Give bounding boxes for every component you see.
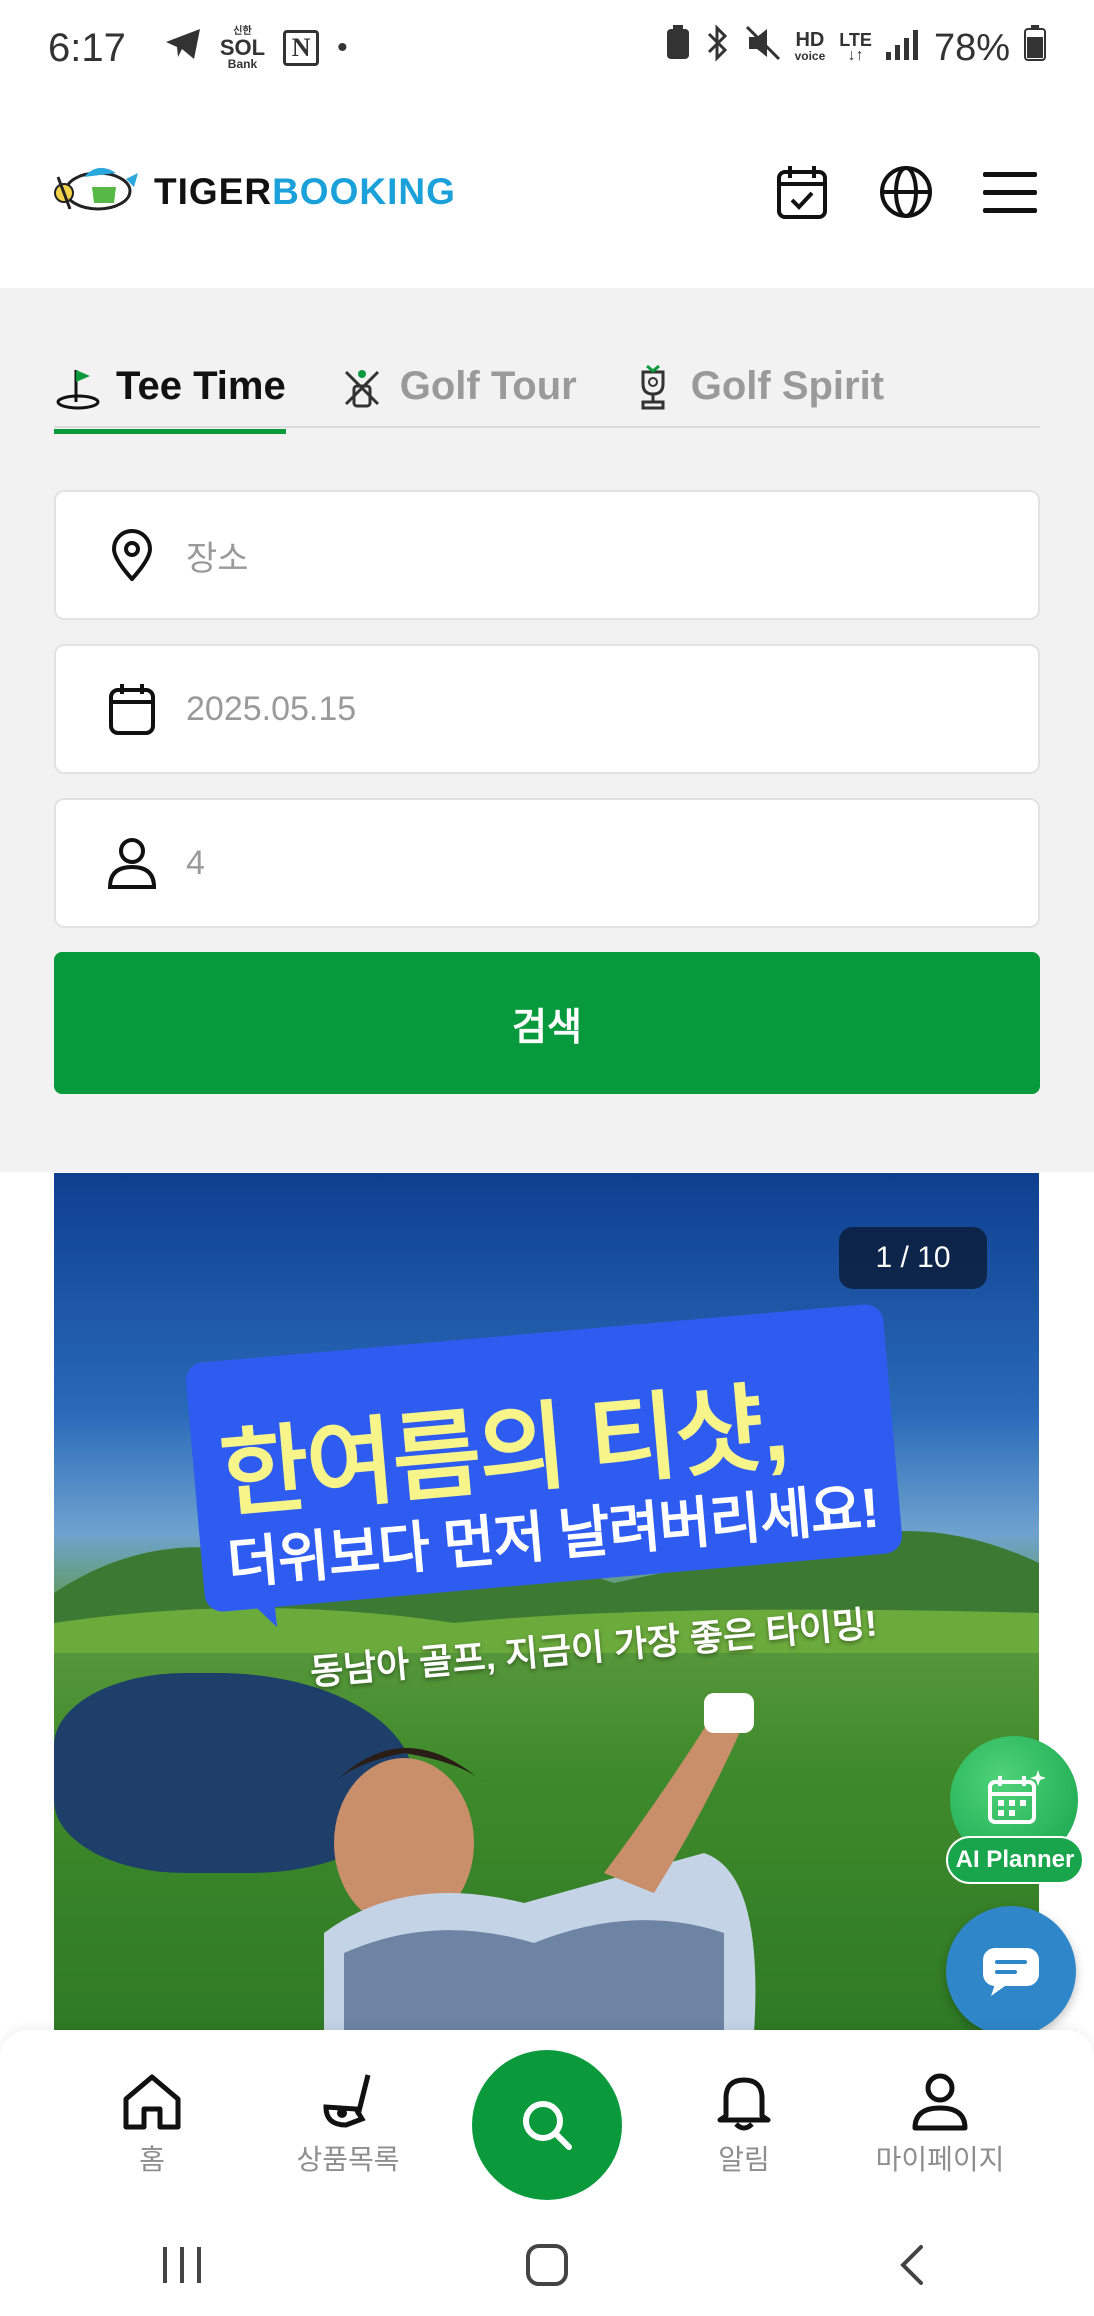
nav-mypage-label: 마이페이지 <box>875 2144 1005 2175</box>
tab-label-tee-time: Tee Time <box>116 364 286 408</box>
hd-voice-icon: HD voice <box>794 29 826 64</box>
notion-icon: N <box>283 30 320 66</box>
lte-label: LTE <box>839 30 872 50</box>
golf-club-icon <box>316 2070 380 2134</box>
map-pin-icon <box>104 527 160 583</box>
golf-bag-icon <box>338 364 386 412</box>
tigerbooking-logo[interactable]: TIGERBOOKING <box>54 157 456 227</box>
magnifier-icon <box>523 2101 572 2150</box>
battery-saver-icon <box>665 25 691 71</box>
people-value: 4 <box>186 843 205 882</box>
hd-label: HD <box>795 29 825 51</box>
logo-text-booking: BOOKING <box>272 171 456 212</box>
trophy-icon <box>629 364 677 412</box>
location-field[interactable]: 장소 <box>54 490 1040 620</box>
status-bar: 6:17 신한 SOL Bank N • HD voice LTE ↓↑ 78% <box>0 0 1094 96</box>
tab-label-golf-tour: Golf Tour <box>399 364 577 408</box>
signal-icon <box>885 27 920 70</box>
bluetooth-icon <box>705 24 731 72</box>
ai-calendar-icon <box>988 1770 1046 1824</box>
calendar-icon <box>104 681 160 737</box>
nav-products[interactable]: 상품목록 <box>258 2070 438 2178</box>
person-icon <box>104 835 160 891</box>
app-header: TIGERBOOKING <box>0 96 1094 288</box>
banner-page-counter: 1 / 10 <box>839 1227 987 1289</box>
telegram-icon <box>164 27 202 70</box>
search-panel: Tee Time Golf Tour Golf Spirit 장소 2025.0… <box>0 288 1094 1172</box>
date-value: 2025.05.15 <box>186 689 357 728</box>
nav-home-label: 홈 <box>139 2144 165 2175</box>
voice-label: voice <box>794 49 826 63</box>
notion-letter: N <box>291 33 311 62</box>
chat-button[interactable] <box>946 1906 1076 2036</box>
bell-icon <box>712 2070 776 2134</box>
nav-alerts[interactable]: 알림 <box>654 2070 834 2178</box>
back-icon[interactable] <box>872 2235 952 2295</box>
promo-banner[interactable]: 1 / 10 한여름의 티샷, 더위보다 먼저 날려버리세요! 동남아 골프, … <box>54 1173 1039 2033</box>
recent-apps-icon[interactable] <box>142 2235 222 2295</box>
tab-golf-tour[interactable]: Golf Tour <box>338 364 577 430</box>
hamburger-menu-icon[interactable] <box>980 162 1040 222</box>
user-icon <box>908 2070 972 2134</box>
bank-app-icon: 신한 SOL Bank <box>219 26 266 71</box>
nav-products-label: 상품목록 <box>296 2144 400 2175</box>
logo-plane-icon <box>54 157 140 227</box>
booking-tabs: Tee Time Golf Tour Golf Spirit <box>54 364 1040 434</box>
mute-icon <box>745 25 781 71</box>
golf-flag-icon <box>54 364 102 412</box>
home-system-icon[interactable] <box>507 2235 587 2295</box>
home-icon <box>120 2070 184 2134</box>
bottom-navigation: 홈 상품목록 알림 마이페이지 <box>0 2030 1094 2214</box>
date-field[interactable]: 2025.05.15 <box>54 644 1040 774</box>
notification-dot: • <box>337 31 348 64</box>
location-placeholder: 장소 <box>186 539 249 578</box>
nav-search-button[interactable] <box>472 2050 622 2200</box>
people-field[interactable]: 4 <box>54 798 1040 928</box>
chat-bubble-icon <box>983 1948 1039 1996</box>
calendar-check-icon[interactable] <box>772 162 832 222</box>
ai-planner-label: AI Planner <box>946 1836 1084 1884</box>
banner-golfer-image <box>324 1693 756 2033</box>
logo-text-tiger: TIGER <box>154 171 273 212</box>
battery-percentage: 78% <box>933 26 1010 69</box>
nav-home[interactable]: 홈 <box>62 2070 242 2178</box>
system-navigation-bar <box>0 2214 1094 2316</box>
nav-mypage[interactable]: 마이페이지 <box>850 2070 1030 2178</box>
status-time: 6:17 <box>48 25 126 70</box>
tab-golf-spirit[interactable]: Golf Spirit <box>629 364 884 430</box>
nav-alerts-label: 알림 <box>718 2144 770 2175</box>
tab-label-golf-spirit: Golf Spirit <box>690 364 885 408</box>
lte-icon: LTE ↓↑ <box>839 30 872 64</box>
ai-planner-button[interactable]: AI Planner <box>946 1736 1084 1886</box>
logo-text: TIGERBOOKING <box>154 171 456 213</box>
globe-icon[interactable] <box>876 162 936 222</box>
battery-icon <box>1024 25 1046 71</box>
tab-tee-time[interactable]: Tee Time <box>54 364 286 434</box>
search-button[interactable]: 검색 <box>54 952 1040 1094</box>
